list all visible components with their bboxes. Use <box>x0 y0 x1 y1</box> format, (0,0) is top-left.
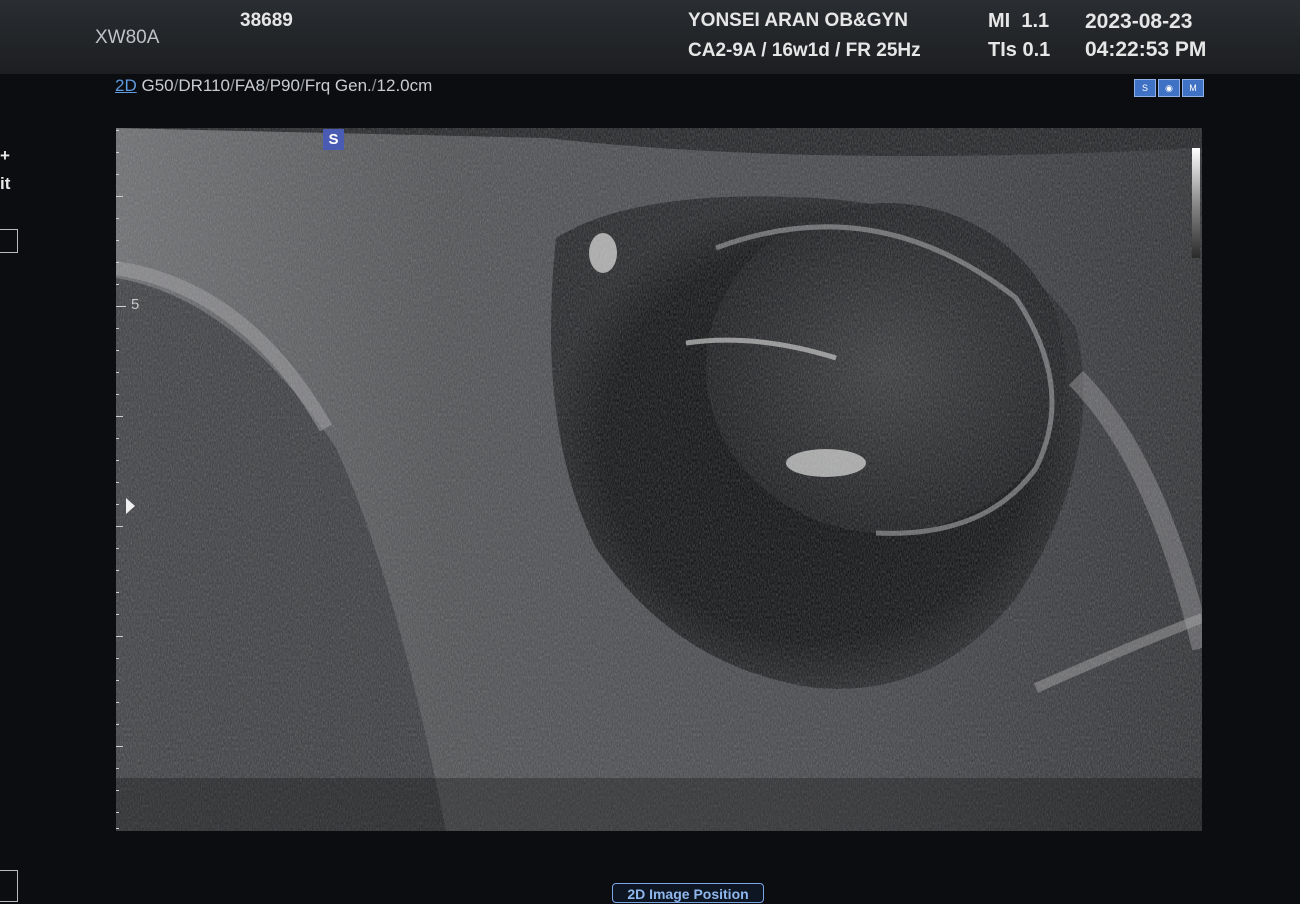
param-power: P90 <box>269 76 300 95</box>
param-dr: DR110 <box>178 76 230 95</box>
institution-name: YONSEI ARAN OB&GYN <box>688 10 908 31</box>
patient-id: 38689 <box>240 10 293 31</box>
tis-value: 0.1 <box>1022 39 1051 61</box>
mi-value: 1.1 <box>1021 10 1050 32</box>
probe-info: CA2-9A / 16w1d / FR 25Hz <box>688 40 921 61</box>
exam-time: 04:22:53 PM <box>1085 38 1207 61</box>
harmonic-icon: S <box>1134 79 1156 97</box>
param-fa: FA8 <box>234 76 265 95</box>
header-bar: XW80A 38689 YONSEI ARAN OB&GYN CA2-9A / … <box>0 0 1300 74</box>
system-model: XW80A <box>95 27 160 48</box>
mode-label[interactable]: 2D <box>115 76 137 95</box>
left-panel-text: it <box>0 174 11 193</box>
tis-label: TIs <box>988 39 1017 61</box>
mi-label: MI <box>988 10 1011 32</box>
ultrasound-image[interactable] <box>116 128 1202 831</box>
depth-label: 5 <box>131 296 140 313</box>
left-panel-box[interactable] <box>0 229 18 253</box>
steer-badge: S <box>323 129 344 150</box>
param-frequency: Frq Gen. <box>304 76 372 95</box>
image-position-button[interactable]: 2D Image Position <box>612 883 764 903</box>
mi-readout: MI 1.1 <box>988 10 1049 33</box>
m-mode-icon: M <box>1182 79 1204 97</box>
depth-ruler <box>112 128 126 831</box>
exam-date: 2023-08-23 <box>1085 10 1193 33</box>
left-panel-plus: + <box>0 146 10 165</box>
grayscale-bar <box>1192 148 1200 258</box>
focus-marker-icon[interactable] <box>126 498 135 514</box>
param-gain: G50 <box>141 76 174 95</box>
mode-icon-group: S ◉ M <box>1134 79 1204 97</box>
left-panel-box-bottom[interactable] <box>0 870 18 902</box>
imaging-parameters: 2D G50/DR110/FA8/P90/Frq Gen./12.0cm <box>115 76 433 95</box>
fetal-icon: ◉ <box>1158 79 1180 97</box>
param-depth: 12.0cm <box>376 76 433 95</box>
tis-readout: TIs 0.1 <box>988 39 1050 62</box>
